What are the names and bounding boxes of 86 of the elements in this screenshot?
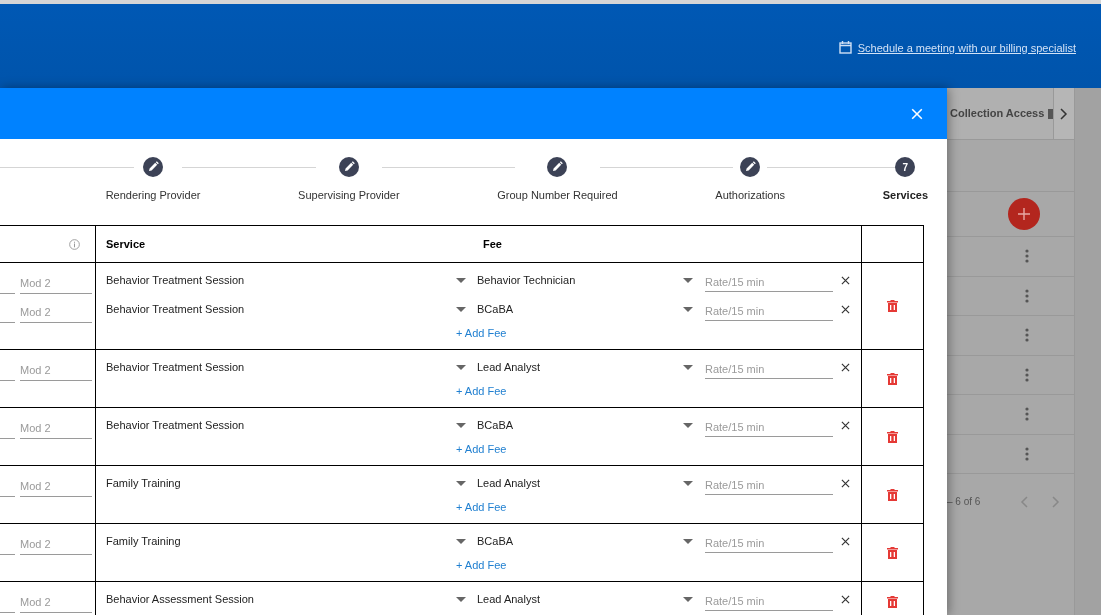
fee-select[interactable]: BCaBA bbox=[477, 301, 683, 318]
trash-icon[interactable] bbox=[887, 488, 898, 501]
dropdown-caret-icon[interactable] bbox=[683, 597, 693, 602]
service-select[interactable]: Behavior Treatment Session bbox=[106, 272, 456, 289]
rate-field[interactable]: Rate/15 min bbox=[705, 591, 833, 611]
pencil-step-icon[interactable] bbox=[740, 157, 761, 177]
trash-icon[interactable] bbox=[887, 372, 898, 385]
service-select[interactable]: Behavior Treatment Session bbox=[106, 301, 456, 318]
fee-select[interactable]: Lead Analyst bbox=[477, 591, 683, 608]
column-header: Fee bbox=[483, 236, 502, 252]
plus-icon[interactable] bbox=[1018, 208, 1030, 220]
dropdown-caret-icon[interactable] bbox=[456, 365, 466, 370]
pencil-step-icon[interactable] bbox=[547, 157, 568, 177]
pagination-text: – 6 of 6 bbox=[947, 495, 981, 509]
step-label: Group Number Required bbox=[497, 188, 618, 203]
add-fee-link[interactable]: + Add Fee bbox=[456, 440, 507, 458]
service-select[interactable]: Behavior Treatment Session bbox=[106, 417, 456, 434]
trash-icon[interactable] bbox=[887, 300, 898, 312]
rate-field[interactable]: Rate/15 min bbox=[705, 533, 833, 553]
dropdown-caret-icon[interactable] bbox=[456, 481, 466, 486]
rate-field[interactable]: Rate/15 min bbox=[705, 359, 833, 379]
dropdown-caret-icon[interactable] bbox=[456, 539, 466, 544]
pencil-step-icon[interactable] bbox=[338, 157, 359, 177]
add-button[interactable] bbox=[1008, 198, 1040, 230]
service-select[interactable]: Behavior Assessment Session bbox=[106, 591, 456, 608]
more-icon[interactable] bbox=[1025, 288, 1029, 303]
rate-field[interactable]: Rate/15 min bbox=[705, 475, 833, 495]
dropdown-caret-icon[interactable] bbox=[456, 278, 466, 283]
close-icon[interactable] bbox=[841, 421, 850, 430]
add-fee-link[interactable]: + Add Fee bbox=[456, 382, 507, 400]
dropdown-caret-icon[interactable] bbox=[456, 423, 466, 428]
service-select[interactable]: Family Training bbox=[106, 533, 456, 550]
dropdown-caret-icon[interactable] bbox=[456, 597, 466, 602]
trash-icon[interactable] bbox=[887, 595, 898, 608]
close-icon[interactable] bbox=[841, 363, 850, 372]
fee-select[interactable]: BCaBA bbox=[477, 533, 683, 550]
dropdown-caret-icon[interactable] bbox=[683, 365, 693, 370]
input-field[interactable]: Mod 2 bbox=[20, 302, 92, 323]
column-header: Service bbox=[106, 236, 147, 252]
calendar-icon bbox=[838, 41, 852, 54]
trash-icon[interactable] bbox=[887, 430, 898, 443]
close-icon[interactable] bbox=[841, 276, 850, 285]
close-icon[interactable] bbox=[841, 479, 850, 488]
step-label: Rendering Provider bbox=[105, 188, 201, 203]
more-icon[interactable] bbox=[1025, 367, 1029, 382]
info-icon[interactable] bbox=[69, 238, 80, 250]
dropdown-caret-icon[interactable] bbox=[456, 307, 466, 312]
more-icon[interactable] bbox=[1025, 328, 1029, 343]
fee-select[interactable]: Lead Analyst bbox=[477, 475, 683, 492]
step-label: Services bbox=[882, 188, 928, 203]
more-icon[interactable] bbox=[1025, 407, 1029, 422]
add-fee-link[interactable]: + Add Fee bbox=[456, 324, 507, 342]
more-icon[interactable] bbox=[1025, 446, 1029, 461]
add-fee-link[interactable]: + Add Fee bbox=[456, 498, 507, 516]
add-fee-link[interactable]: + Add Fee bbox=[456, 556, 507, 574]
close-icon[interactable] bbox=[841, 305, 850, 314]
more-icon[interactable] bbox=[1025, 249, 1029, 264]
fee-select[interactable]: Lead Analyst bbox=[477, 359, 683, 376]
service-select[interactable]: Behavior Treatment Session bbox=[106, 359, 456, 376]
dropdown-caret-icon[interactable] bbox=[683, 481, 693, 486]
rate-field[interactable]: Rate/15 min bbox=[705, 417, 833, 437]
pencil-step-icon[interactable] bbox=[143, 157, 164, 177]
close-icon[interactable] bbox=[841, 595, 850, 604]
chevron-right-icon[interactable] bbox=[1059, 107, 1068, 120]
fee-select[interactable]: Behavior Technician bbox=[477, 272, 683, 289]
input-field[interactable]: Mod 2 bbox=[20, 476, 92, 497]
dropdown-caret-icon[interactable] bbox=[683, 307, 693, 312]
dropdown-caret-icon[interactable] bbox=[683, 278, 693, 283]
step-label: Supervising Provider bbox=[298, 188, 400, 203]
fee-select[interactable]: BCaBA bbox=[477, 417, 683, 434]
step-label: Authorizations bbox=[715, 188, 786, 203]
input-field[interactable]: Mod 2 bbox=[20, 534, 92, 555]
service-select[interactable]: Family Training bbox=[106, 475, 456, 492]
dropdown-caret-icon[interactable] bbox=[683, 423, 693, 428]
schedule-meeting-link[interactable]: Schedule a meeting with our billing specialist bbox=[857, 40, 1076, 57]
step-number[interactable]: 7 bbox=[895, 157, 916, 177]
input-field[interactable]: Mod 2 bbox=[20, 360, 92, 381]
rate-field[interactable]: Rate/15 min bbox=[705, 272, 833, 292]
close-icon[interactable] bbox=[841, 537, 850, 546]
input-field[interactable]: Mod 2 bbox=[20, 273, 92, 294]
rate-field[interactable]: Rate/15 min bbox=[705, 301, 833, 321]
input-field[interactable]: Mod 2 bbox=[20, 418, 92, 439]
trash-icon[interactable] bbox=[887, 546, 898, 559]
input-field[interactable]: Mod 2 bbox=[20, 592, 92, 613]
dropdown-caret-icon[interactable] bbox=[683, 539, 693, 544]
scroll-right-button[interactable] bbox=[1052, 88, 1074, 139]
